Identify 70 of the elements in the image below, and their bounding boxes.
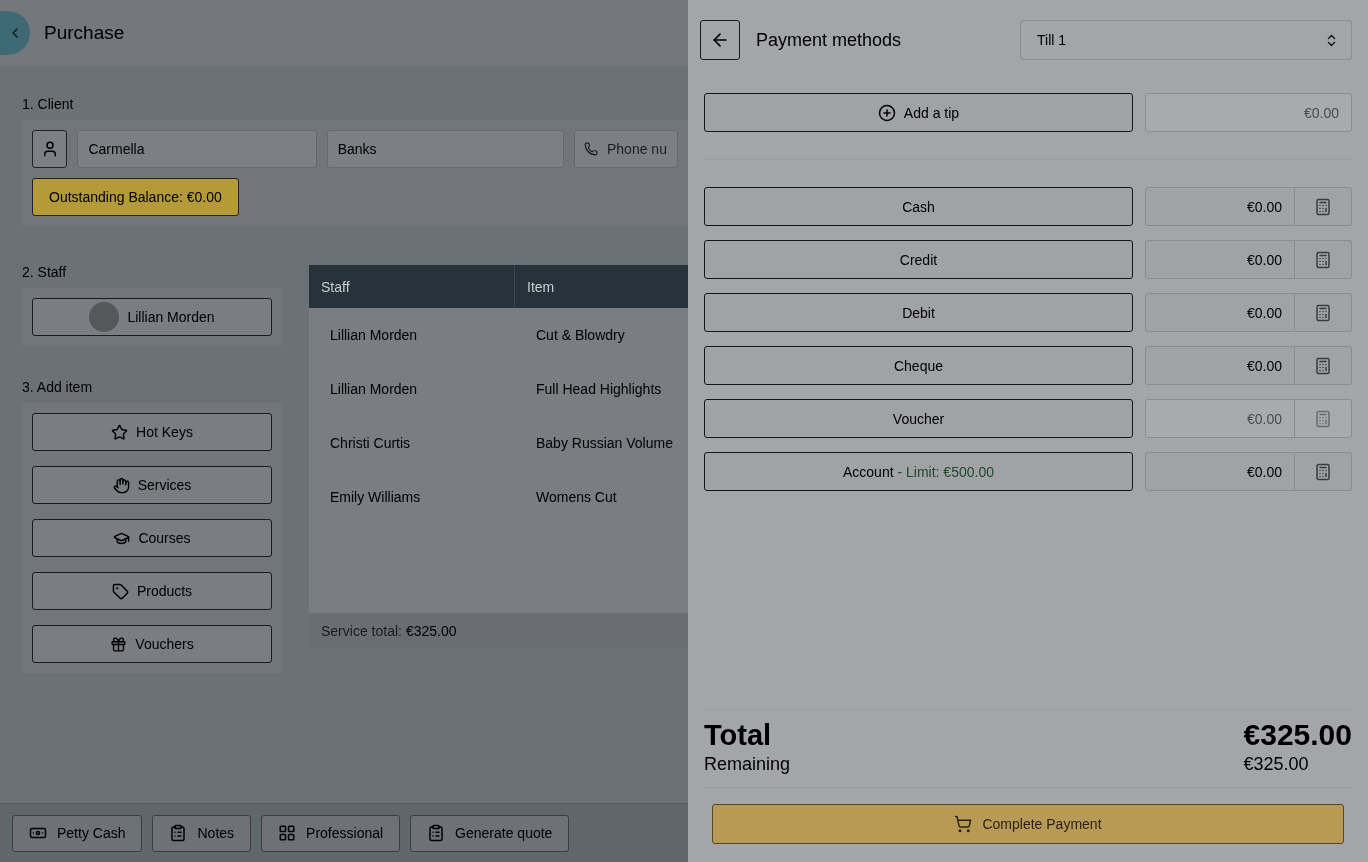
table-cell-text: Christi Curtis — [329, 435, 412, 451]
add-item-button[interactable]: Services — [32, 466, 272, 504]
column-header: Staff — [309, 265, 515, 308]
payment-method-button[interactable]: Debit — [704, 293, 1133, 332]
section-heading: 2. Staff — [22, 264, 68, 280]
amount-field[interactable]: €0.00 — [1145, 293, 1295, 332]
plus-circle-icon — [877, 103, 896, 122]
add-item-button[interactable]: Products — [32, 572, 272, 610]
table-cell-text: Womens Cut — [535, 489, 618, 505]
drawer-title: Payment methods — [756, 29, 903, 51]
toolbar-button[interactable]: Petty Cash — [12, 814, 143, 852]
total-label: Total — [704, 718, 773, 752]
add-item-button[interactable]: Courses — [32, 519, 272, 557]
amount-field[interactable]: €0.00 — [1145, 452, 1295, 491]
service-total-value: €325.00 — [405, 623, 457, 639]
table-cell-text: Emily Williams — [329, 489, 422, 505]
amount-field[interactable]: €0.00 — [1145, 240, 1295, 279]
last-name-field[interactable]: Banks — [326, 130, 564, 168]
calculator-button[interactable] — [1295, 293, 1352, 332]
calculator-icon — [1314, 462, 1332, 481]
remaining-label: Remaining — [704, 754, 792, 775]
service-total-label: Service total: — [321, 623, 402, 639]
calculator-icon — [1314, 356, 1332, 375]
hand-icon — [112, 476, 130, 494]
table-cell-text: Full Head Highlights — [535, 381, 663, 397]
calculator-button[interactable] — [1295, 240, 1352, 279]
calculator-icon — [1314, 250, 1332, 269]
back-button[interactable] — [700, 20, 740, 60]
total-value: €325.00 — [1243, 718, 1352, 752]
calculator-button[interactable] — [1295, 187, 1352, 226]
payment-method-button[interactable]: Cash — [704, 187, 1133, 226]
table-cell-text: Cut & Blowdry — [535, 327, 626, 343]
calculator-button[interactable] — [1295, 452, 1352, 491]
star-icon — [111, 423, 129, 441]
toolbar-button[interactable]: Notes — [152, 814, 252, 852]
add-item-button[interactable]: Hot Keys — [32, 413, 272, 451]
payment-method-button[interactable]: Cheque — [704, 346, 1133, 385]
client-button[interactable] — [32, 130, 68, 168]
calculator-button[interactable] — [1295, 346, 1352, 385]
amount-field[interactable]: €0.00 — [1145, 187, 1295, 226]
outstanding-balance-button[interactable]: Outstanding Balance: €0.00 — [32, 178, 239, 216]
remaining-value: €325.00 — [1243, 754, 1310, 775]
calculator-icon — [1314, 197, 1332, 216]
grid-icon — [278, 824, 297, 842]
cart-icon — [954, 815, 973, 833]
phone-icon — [584, 142, 598, 156]
payment-method-button[interactable]: Credit — [704, 240, 1133, 279]
toolbar-button[interactable]: Professional — [261, 814, 401, 852]
avatar — [89, 302, 120, 332]
section-heading: 1. Client — [22, 96, 75, 112]
clipboard-icon — [169, 824, 188, 842]
table-cell-text: Lillian Morden — [329, 381, 419, 397]
gift-icon — [110, 635, 128, 653]
staff-button[interactable]: Lillian Morden — [32, 298, 272, 336]
table-cell-text: Baby Russian Volume — [535, 435, 674, 451]
clipboard-icon — [427, 824, 446, 842]
table-cell-text: Lillian Morden — [329, 327, 419, 343]
calculator-icon — [1314, 303, 1332, 322]
first-name-field[interactable]: Carmella — [77, 130, 317, 168]
phone-field[interactable]: Phone nu — [574, 130, 678, 168]
add-item-button[interactable]: Vouchers — [32, 625, 272, 663]
section-heading: 3. Add item — [22, 379, 94, 395]
payment-method-button[interactable]: Account - Limit: €500.00 — [704, 452, 1133, 491]
till-select[interactable]: Till 1 — [1020, 20, 1352, 60]
page-title: Purchase — [44, 22, 125, 44]
calculator-icon — [1314, 409, 1332, 428]
tag-icon — [111, 582, 129, 600]
toolbar-button[interactable]: Generate quote — [410, 814, 570, 852]
amount-field[interactable]: €0.00 — [1145, 346, 1295, 385]
complete-payment-button[interactable]: Complete Payment — [712, 804, 1344, 844]
